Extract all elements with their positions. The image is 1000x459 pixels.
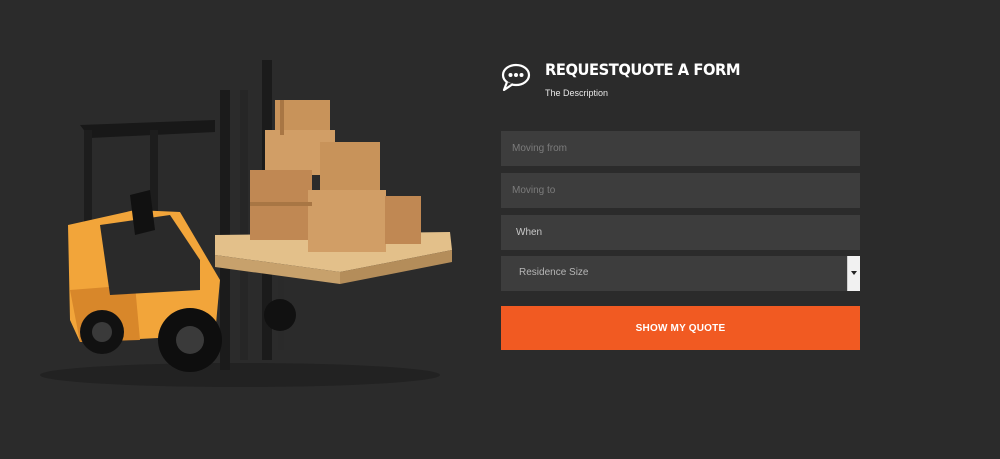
chevron-down-icon [851, 271, 857, 275]
moving-to-input[interactable] [501, 173, 860, 208]
speech-bubble-icon [501, 63, 531, 91]
moving-from-input[interactable] [501, 131, 860, 166]
when-input[interactable] [501, 215, 860, 250]
form-title: REQUESTQUOTE A FORM [545, 60, 741, 79]
show-quote-button[interactable]: SHOW MY QUOTE [501, 306, 860, 350]
residence-size-value: Residence Size [519, 267, 589, 278]
residence-size-select[interactable]: Residence Size [501, 256, 860, 291]
forklift-illustration [40, 60, 452, 387]
form-header: REQUESTQUOTE A FORM The Description [501, 60, 861, 105]
form-description: The Description [545, 88, 609, 98]
select-dropdown-toggle[interactable] [847, 256, 860, 291]
